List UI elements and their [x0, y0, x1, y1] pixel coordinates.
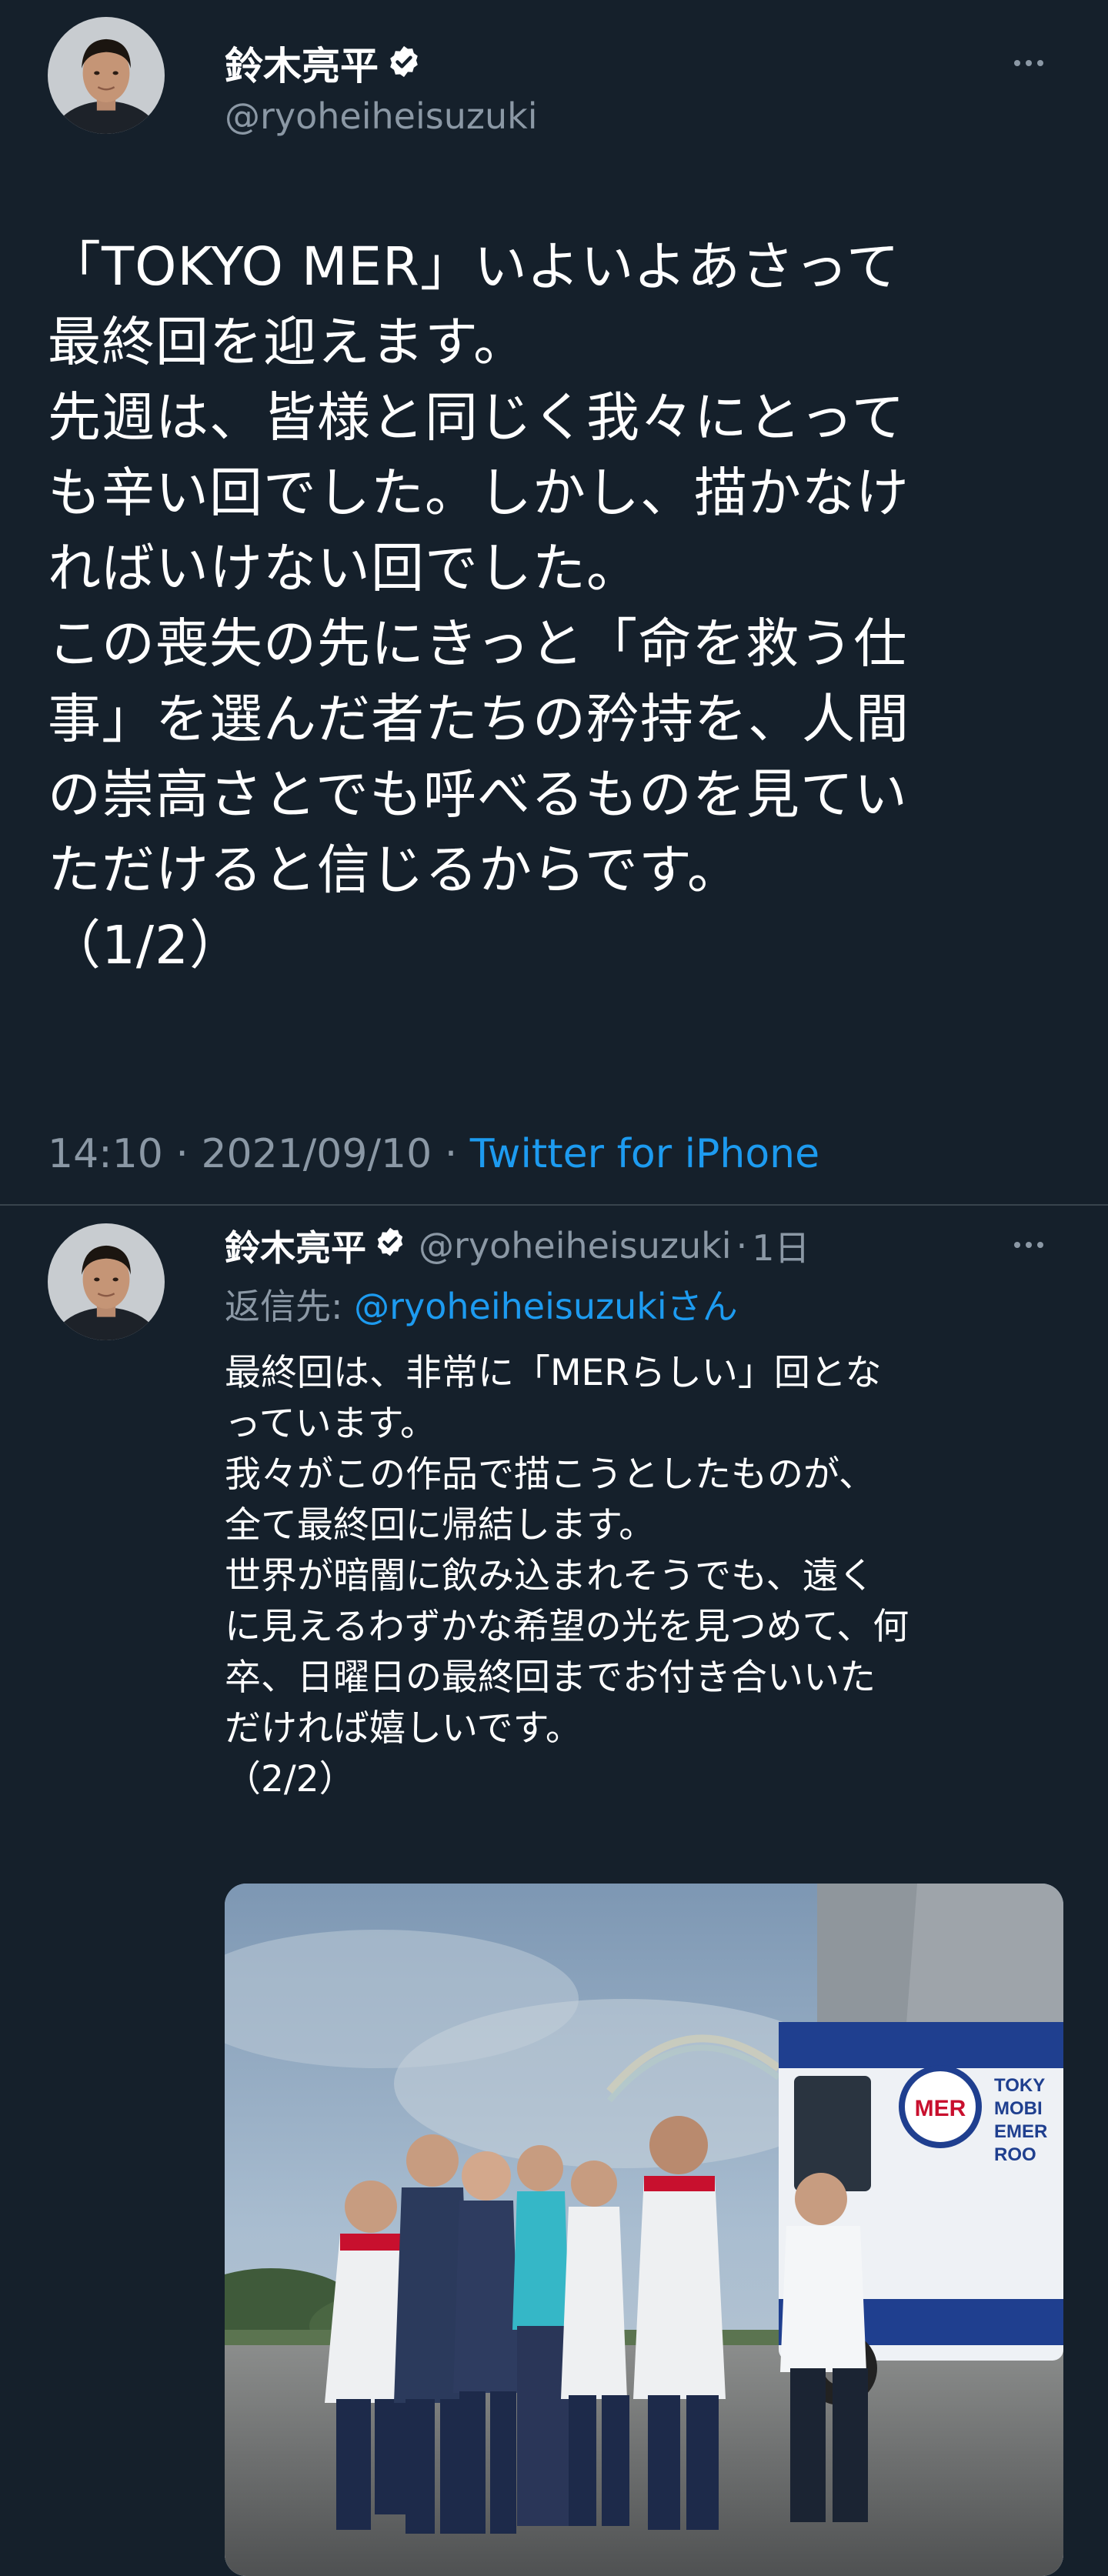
- truck-label-2: MOBI: [994, 2098, 1043, 2119]
- display-name[interactable]: 鈴木亮平: [225, 1220, 366, 1271]
- tweet-photo[interactable]: MER TOKY MOBI EMER ROO: [225, 1884, 1063, 2576]
- more-options-icon[interactable]: [1014, 60, 1043, 66]
- avatar-image: [48, 1223, 165, 1340]
- author-name-row: 鈴木亮平: [225, 35, 422, 91]
- display-name[interactable]: 鈴木亮平: [225, 35, 379, 91]
- truck-label-3: EMER: [994, 2121, 1047, 2142]
- avatar-image: [48, 17, 165, 134]
- verified-badge-icon: [386, 44, 422, 82]
- meta-separator: ·: [736, 1225, 748, 1266]
- avatar[interactable]: [48, 1223, 165, 1340]
- reply-to-mention[interactable]: @ryoheiheisuzukiさん: [354, 1286, 738, 1327]
- verified-badge-icon: [374, 1225, 406, 1266]
- tweet-meta: 14:10 · 2021/09/10 · Twitter for iPhone: [48, 1131, 819, 1177]
- tweet-age[interactable]: 1日: [752, 1220, 809, 1271]
- tweet-divider: [0, 1204, 1108, 1206]
- truck-label-4: ROO: [994, 2144, 1036, 2165]
- handle[interactable]: @ryoheiheisuzuki: [419, 1225, 732, 1266]
- reply-author-row: 鈴木亮平 @ryoheiheisuzuki · 1日: [225, 1220, 810, 1271]
- truck-label-1: TOKY: [994, 2075, 1045, 2096]
- truck-logo-text: MER: [915, 2096, 966, 2121]
- cast-photo-image: MER TOKY MOBI EMER ROO: [225, 1884, 1063, 2576]
- tweet-source-link[interactable]: Twitter for iPhone: [470, 1131, 819, 1177]
- reply-to-prefix: 返信先:: [225, 1286, 355, 1327]
- avatar[interactable]: [48, 17, 165, 134]
- tweet-time[interactable]: 14:10: [48, 1131, 163, 1177]
- reply-text: 最終回は、非常に「MERらしい」回とな っています。 我々がこの作品で描こうとし…: [225, 1352, 909, 1800]
- meta-separator: ·: [175, 1131, 189, 1177]
- tweet-date[interactable]: 2021/09/10: [201, 1131, 432, 1177]
- main-tweet: 鈴木亮平 @ryoheiheisuzuki 「TOKYO MER」いよいよあさっ…: [0, 0, 1108, 1204]
- meta-separator: ·: [444, 1131, 458, 1177]
- handle[interactable]: @ryoheiheisuzuki: [225, 95, 538, 137]
- tweet-text: 「TOKYO MER」いよいよあさって 最終回を迎えます。 先週は、皆様と同じく…: [48, 236, 909, 976]
- more-options-icon[interactable]: [1014, 1242, 1043, 1248]
- reply-to-line: 返信先: @ryoheiheisuzukiさん: [225, 1279, 738, 1330]
